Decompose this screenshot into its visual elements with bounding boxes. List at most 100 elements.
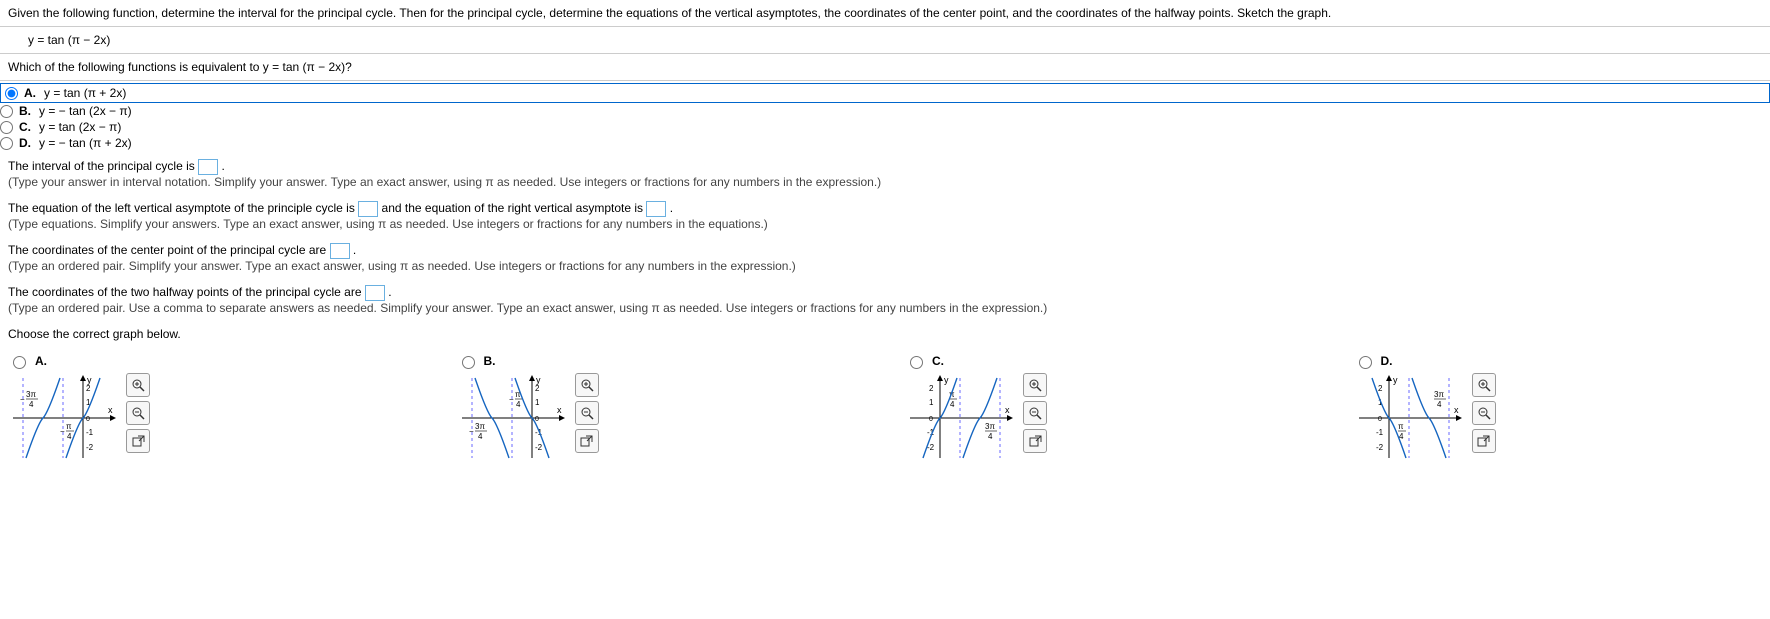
halfway-block: The coordinates of the two halfway point…: [0, 279, 1770, 321]
asym-pre: The equation of the left vertical asympt…: [8, 201, 358, 215]
svg-text:2: 2: [929, 384, 934, 393]
svg-text:0: 0: [929, 416, 933, 423]
svg-text:0: 0: [86, 416, 90, 423]
graph-d-popout[interactable]: [1472, 429, 1496, 453]
svg-text:x: x: [557, 405, 562, 415]
graph-d-radio[interactable]: [1359, 356, 1372, 369]
svg-text:1: 1: [929, 398, 934, 407]
option-c-text: y = tan (2x − π): [39, 120, 121, 134]
halfway-input[interactable]: [365, 285, 385, 301]
equiv-options: A. y = tan (π + 2x) B. y = − tan (2x − π…: [0, 80, 1770, 153]
asym-mid: and the equation of the right vertical a…: [382, 201, 647, 215]
option-d[interactable]: D. y = − tan (π + 2x): [0, 135, 1770, 151]
option-d-radio[interactable]: [0, 137, 13, 150]
svg-text:-2: -2: [86, 443, 94, 452]
graph-choice-d: D. yx 21 0 -1-2 3π4 π4: [1354, 353, 1763, 463]
svg-text:−: −: [509, 395, 514, 404]
graph-a-zoom-out[interactable]: [126, 401, 150, 425]
svg-text:-2: -2: [535, 443, 543, 452]
interval-hint: (Type your answer in interval notation. …: [8, 175, 881, 189]
center-input[interactable]: [330, 243, 350, 259]
svg-text:4: 4: [516, 400, 521, 409]
graph-d-zoom-out[interactable]: [1472, 401, 1496, 425]
svg-text:1: 1: [535, 398, 540, 407]
graph-a-radio[interactable]: [13, 356, 26, 369]
svg-text:-1: -1: [1376, 428, 1384, 437]
svg-text:2: 2: [86, 384, 91, 393]
interval-line-text: The interval of the principal cycle is: [8, 159, 198, 173]
graph-c-zoom-out[interactable]: [1023, 401, 1047, 425]
graph-c-zoom-in[interactable]: [1023, 373, 1047, 397]
graph-a-plot: yx 21 0 -1-2 3π4− π4−: [8, 373, 118, 463]
svg-text:2: 2: [1378, 384, 1383, 393]
option-a[interactable]: A. y = tan (π + 2x): [0, 83, 1770, 103]
option-d-letter: D.: [19, 136, 31, 150]
asym-left-input[interactable]: [358, 201, 378, 217]
svg-text:y: y: [1393, 375, 1398, 385]
graph-a-popout[interactable]: [126, 429, 150, 453]
asym-hint: (Type equations. Simplify your answers. …: [8, 217, 768, 231]
svg-text:x: x: [108, 405, 113, 415]
svg-text:4: 4: [29, 400, 34, 409]
interval-period: .: [221, 159, 224, 173]
svg-text:4: 4: [67, 432, 72, 441]
option-b-radio[interactable]: [0, 105, 13, 118]
svg-text:-1: -1: [86, 428, 94, 437]
asym-period: .: [670, 201, 673, 215]
graph-choices: A. yx 21 0 -1-2 3π4− π4−: [0, 347, 1770, 469]
graph-b-radio[interactable]: [462, 356, 475, 369]
center-hint: (Type an ordered pair. Simplify your ans…: [8, 259, 796, 273]
svg-text:0: 0: [1378, 416, 1382, 423]
halfway-period: .: [388, 285, 391, 299]
equivalence-question: Which of the following functions is equi…: [0, 53, 1770, 80]
graph-b-zoom-out[interactable]: [575, 401, 599, 425]
svg-text:-2: -2: [1376, 443, 1384, 452]
option-c-radio[interactable]: [0, 121, 13, 134]
svg-text:3π: 3π: [985, 422, 995, 431]
svg-text:0: 0: [535, 416, 539, 423]
svg-text:4: 4: [1437, 400, 1442, 409]
graph-c-letter: C.: [932, 354, 944, 368]
svg-text:−: −: [20, 395, 25, 404]
option-a-letter: A.: [24, 86, 36, 100]
halfway-line-text: The coordinates of the two halfway point…: [8, 285, 365, 299]
graph-d-zoom-in[interactable]: [1472, 373, 1496, 397]
center-period: .: [353, 243, 356, 257]
given-function: y = tan (π − 2x): [0, 26, 1770, 53]
option-a-text: y = tan (π + 2x): [44, 86, 126, 100]
svg-text:2: 2: [535, 384, 540, 393]
svg-text:−: −: [60, 427, 65, 436]
interval-input[interactable]: [198, 159, 218, 175]
svg-text:x: x: [1005, 405, 1010, 415]
graph-d-letter: D.: [1381, 354, 1393, 368]
asym-right-input[interactable]: [646, 201, 666, 217]
graph-choice-b: B. yx 21 0 -1-2 3π4− π4−: [457, 353, 866, 463]
svg-text:3π: 3π: [1434, 390, 1444, 399]
graph-a-zoom-in[interactable]: [126, 373, 150, 397]
svg-text:4: 4: [478, 432, 483, 441]
graph-c-radio[interactable]: [910, 356, 923, 369]
graph-c-plot: yx 21 0 -1-2 π4 3π4: [905, 373, 1015, 463]
graph-choice-c: C. yx 21 0 -1-2 π4 3π4: [905, 353, 1314, 463]
choose-graph-text: Choose the correct graph below.: [8, 327, 181, 341]
svg-text:π: π: [1398, 422, 1404, 431]
option-c[interactable]: C. y = tan (2x − π): [0, 119, 1770, 135]
halfway-hint: (Type an ordered pair. Use a comma to se…: [8, 301, 1047, 315]
graph-choice-a: A. yx 21 0 -1-2 3π4− π4−: [8, 353, 417, 463]
center-line-text: The coordinates of the center point of t…: [8, 243, 330, 257]
svg-text:3π: 3π: [475, 422, 485, 431]
svg-text:y: y: [944, 375, 949, 385]
svg-text:3π: 3π: [26, 390, 36, 399]
given-fn-text: y = tan (π − 2x): [8, 33, 110, 47]
prompt-text: Given the following function, determine …: [8, 6, 1331, 20]
svg-text:x: x: [1454, 405, 1459, 415]
graph-b-zoom-in[interactable]: [575, 373, 599, 397]
option-a-radio[interactable]: [5, 87, 18, 100]
option-b[interactable]: B. y = − tan (2x − π): [0, 103, 1770, 119]
center-block: The coordinates of the center point of t…: [0, 237, 1770, 279]
svg-text:4: 4: [950, 400, 955, 409]
svg-text:−: −: [469, 427, 474, 436]
graph-b-popout[interactable]: [575, 429, 599, 453]
graph-c-popout[interactable]: [1023, 429, 1047, 453]
graph-b-letter: B.: [484, 354, 496, 368]
